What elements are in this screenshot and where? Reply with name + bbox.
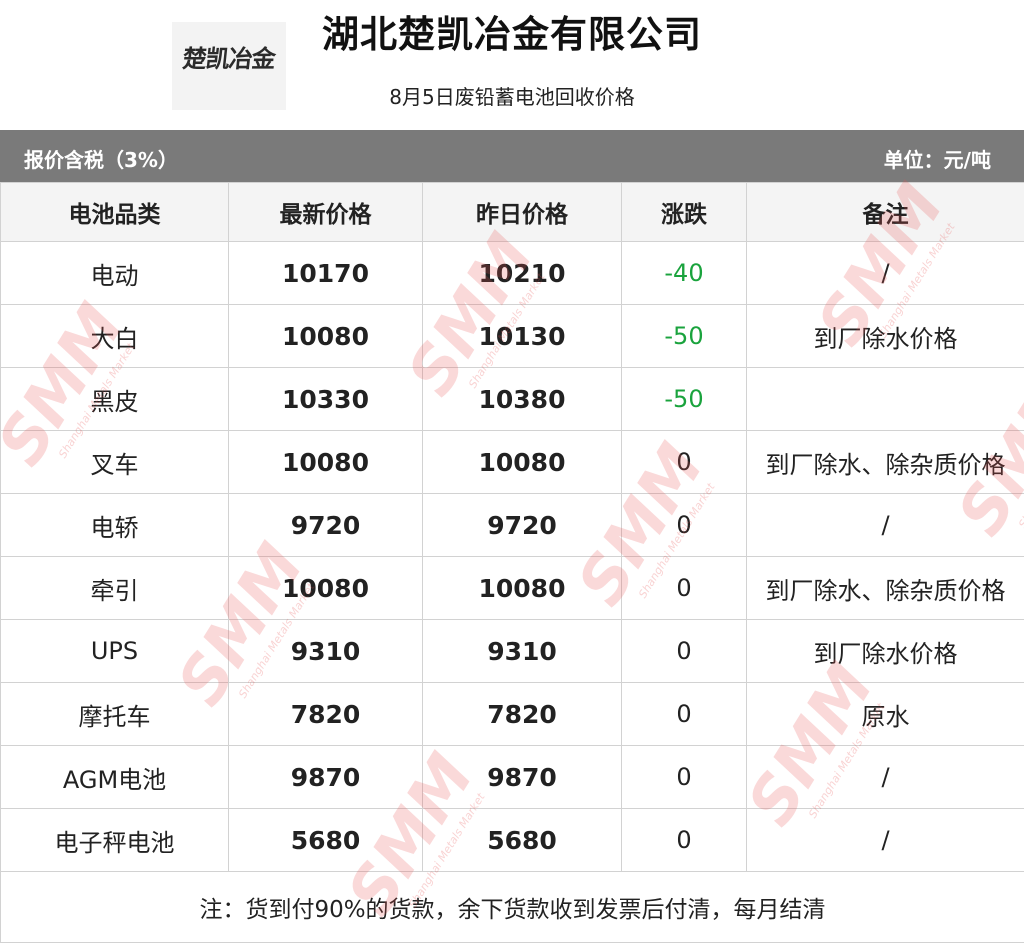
- cell-latest: 10170: [229, 242, 423, 305]
- cell-change: 0: [622, 494, 747, 557]
- cell-prev: 10080: [423, 431, 622, 494]
- cell-latest: 5680: [229, 809, 423, 872]
- cell-note: /: [747, 809, 1024, 872]
- table-row: 电子秤电池 5680 5680 0 /: [1, 809, 1024, 872]
- cell-type: 摩托车: [1, 683, 229, 746]
- col-header-prev: 昨日价格: [423, 183, 622, 242]
- company-name: 湖北楚凯冶金有限公司: [300, 4, 724, 58]
- cell-change: -50: [622, 305, 747, 368]
- col-header-change: 涨跌: [622, 183, 747, 242]
- cell-latest: 10330: [229, 368, 423, 431]
- table-row: 牵引 10080 10080 0 到厂除水、除杂质价格: [1, 557, 1024, 620]
- cell-note: 到厂除水价格: [747, 305, 1024, 368]
- cell-type: 叉车: [1, 431, 229, 494]
- cell-prev: 9310: [423, 620, 622, 683]
- cell-note: 到厂除水、除杂质价格: [747, 557, 1024, 620]
- cell-change: 0: [622, 683, 747, 746]
- price-subtitle: 8月5日废铅蓄电池回收价格: [300, 81, 724, 110]
- table-row: 电动 10170 10210 -40 /: [1, 242, 1024, 305]
- cell-latest: 9720: [229, 494, 423, 557]
- cell-type: UPS: [1, 620, 229, 683]
- table-header-row: 电池品类 最新价格 昨日价格 涨跌 备注: [1, 183, 1024, 242]
- company-logo: 楚凯冶金: [172, 22, 286, 110]
- cell-change: 0: [622, 557, 747, 620]
- cell-type: 电动: [1, 242, 229, 305]
- tax-note: 报价含税（3%）: [24, 144, 178, 173]
- table-row: 大白 10080 10130 -50 到厂除水价格: [1, 305, 1024, 368]
- cell-change: 0: [622, 746, 747, 809]
- table-row: 叉车 10080 10080 0 到厂除水、除杂质价格: [1, 431, 1024, 494]
- col-header-note: 备注: [747, 183, 1024, 242]
- price-table-container: 电池品类 最新价格 昨日价格 涨跌 备注 电动 10170 10210 -40 …: [0, 182, 1024, 943]
- cell-latest: 9870: [229, 746, 423, 809]
- unit-note: 单位：元/吨: [884, 144, 991, 173]
- cell-prev: 10130: [423, 305, 622, 368]
- payment-note: 注：货到付90%的货款，余下货款收到发票后付清，每月结清: [1, 872, 1024, 943]
- cell-change: 0: [622, 620, 747, 683]
- cell-prev: 10380: [423, 368, 622, 431]
- cell-prev: 10210: [423, 242, 622, 305]
- cell-note: /: [747, 746, 1024, 809]
- page-header: 楚凯冶金 湖北楚凯冶金有限公司 8月5日废铅蓄电池回收价格: [0, 0, 1024, 130]
- cell-latest: 10080: [229, 305, 423, 368]
- price-table: 电池品类 最新价格 昨日价格 涨跌 备注 电动 10170 10210 -40 …: [0, 182, 1024, 943]
- footer-row: 注：货到付90%的货款，余下货款收到发票后付清，每月结清: [1, 872, 1024, 943]
- logo-text: 楚凯冶金: [181, 39, 277, 74]
- cell-type: 电轿: [1, 494, 229, 557]
- cell-type: AGM电池: [1, 746, 229, 809]
- cell-type: 牵引: [1, 557, 229, 620]
- cell-note: 原水: [747, 683, 1024, 746]
- table-row: AGM电池 9870 9870 0 /: [1, 746, 1024, 809]
- cell-note: [747, 368, 1024, 431]
- cell-type: 电子秤电池: [1, 809, 229, 872]
- col-header-type: 电池品类: [1, 183, 229, 242]
- table-row: 电轿 9720 9720 0 /: [1, 494, 1024, 557]
- cell-prev: 9870: [423, 746, 622, 809]
- cell-prev: 9720: [423, 494, 622, 557]
- cell-prev: 5680: [423, 809, 622, 872]
- cell-prev: 7820: [423, 683, 622, 746]
- cell-change: 0: [622, 431, 747, 494]
- cell-change: -40: [622, 242, 747, 305]
- cell-change: 0: [622, 809, 747, 872]
- cell-latest: 10080: [229, 431, 423, 494]
- cell-change: -50: [622, 368, 747, 431]
- cell-note: /: [747, 494, 1024, 557]
- cell-note: 到厂除水、除杂质价格: [747, 431, 1024, 494]
- table-row: 摩托车 7820 7820 0 原水: [1, 683, 1024, 746]
- cell-latest: 9310: [229, 620, 423, 683]
- table-row: UPS 9310 9310 0 到厂除水价格: [1, 620, 1024, 683]
- info-bar: 报价含税（3%） 单位：元/吨: [0, 130, 1024, 182]
- cell-note: 到厂除水价格: [747, 620, 1024, 683]
- cell-prev: 10080: [423, 557, 622, 620]
- cell-type: 黑皮: [1, 368, 229, 431]
- cell-note: /: [747, 242, 1024, 305]
- cell-latest: 10080: [229, 557, 423, 620]
- cell-type: 大白: [1, 305, 229, 368]
- cell-latest: 7820: [229, 683, 423, 746]
- col-header-latest: 最新价格: [229, 183, 423, 242]
- table-row: 黑皮 10330 10380 -50: [1, 368, 1024, 431]
